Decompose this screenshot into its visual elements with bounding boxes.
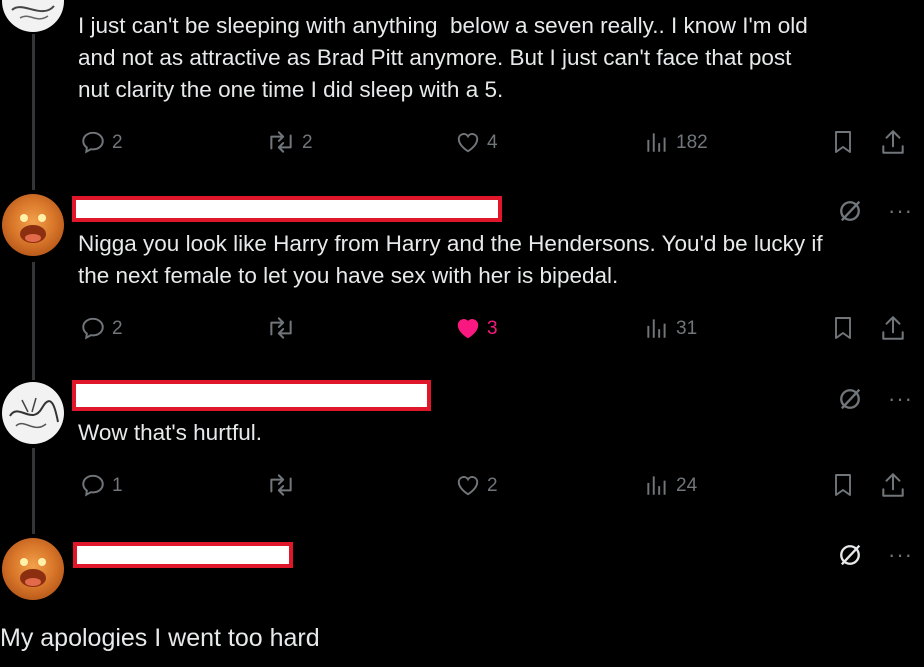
views-count: 31 [676,317,698,339]
bookmark-icon [835,474,851,496]
views-count: 24 [676,474,698,496]
like-count: 3 [487,317,498,339]
bookmark-button[interactable] [831,129,855,155]
reply-count: 1 [112,474,123,496]
views-icon [647,319,666,338]
views-button[interactable]: 24 [644,472,697,498]
reply-count: 2 [112,131,123,153]
tweet-text: Nigga you look like Harry from Harry and… [78,231,823,288]
avatar[interactable] [2,0,64,32]
tweet-top-actions: ··· [836,541,913,569]
bookmark-button[interactable] [831,315,855,341]
views-button[interactable]: 31 [644,315,697,341]
redacted-username [73,542,293,568]
more-icon[interactable]: ··· [888,544,913,566]
repost-icon [270,317,292,339]
repost-count: 2 [302,131,313,153]
tweet-text: I just can't be sleeping with anything b… [78,13,808,102]
thread-line [32,34,35,190]
repost-button[interactable] [266,315,302,341]
caption-text: My apologies I went too hard [0,624,320,652]
share-icon [882,130,904,154]
views-count: 182 [676,131,708,153]
like-button[interactable]: 2 [455,472,498,498]
bookmark-icon [835,317,851,339]
like-icon [457,319,479,339]
reply-button[interactable]: 1 [80,472,123,498]
grok-icon[interactable] [836,385,864,413]
repost-icon [270,474,292,496]
redacted-username [72,196,502,222]
reply-icon [82,474,104,497]
share-button[interactable] [880,128,906,156]
reply-count: 2 [112,317,123,339]
like-button[interactable]: 3 [455,315,498,341]
share-button[interactable] [880,471,906,499]
repost-icon [270,131,292,153]
repost-button[interactable]: 2 [266,129,313,155]
share-button[interactable] [880,314,906,342]
grok-icon[interactable] [836,197,864,225]
like-count: 2 [487,474,498,496]
views-icon [647,476,666,495]
views-icon [647,133,666,152]
avatar[interactable] [2,538,64,600]
repost-button[interactable] [266,472,302,498]
views-button[interactable]: 182 [644,129,708,155]
grok-icon[interactable] [836,541,864,569]
share-icon [882,316,904,340]
like-button[interactable]: 4 [455,129,498,155]
like-count: 4 [487,131,498,153]
share-icon [882,473,904,497]
more-icon[interactable]: ··· [888,388,913,410]
bookmark-button[interactable] [831,472,855,498]
thread-line [32,262,35,380]
reply-button[interactable]: 2 [80,129,123,155]
bookmark-icon [835,131,851,153]
more-icon[interactable]: ··· [888,200,913,222]
avatar[interactable] [2,194,64,256]
avatar[interactable] [2,382,64,444]
reply-icon [82,131,104,154]
like-icon [457,133,479,153]
thread-line [32,448,35,534]
reply-button[interactable]: 2 [80,315,123,341]
tweet-top-actions: ··· [836,197,913,225]
like-icon [457,476,479,496]
reply-icon [82,317,104,340]
tweet-top-actions: ··· [836,385,913,413]
redacted-username [72,380,431,411]
tweet-text: Wow that's hurtful. [78,420,262,445]
